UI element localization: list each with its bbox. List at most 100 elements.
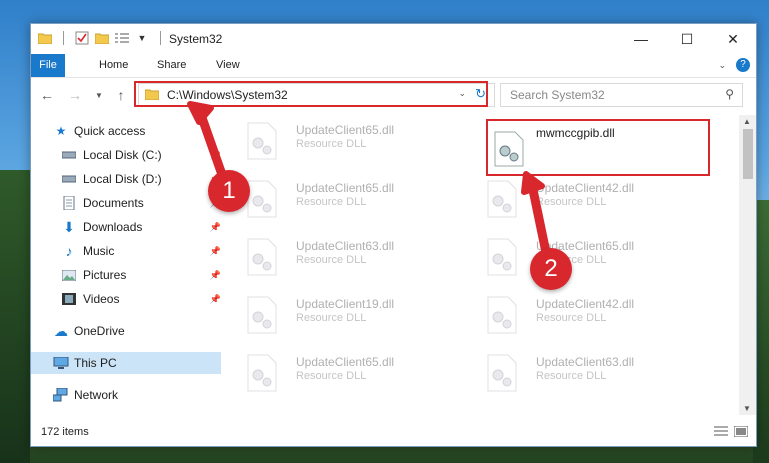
file-item[interactable]: UpdateClient65.dll Resource DLL	[226, 175, 426, 221]
target-file-name: mwmccgpib.dll	[536, 126, 615, 140]
title-bar: ▼ System32 — ☐ ✕	[31, 24, 756, 54]
file-item[interactable]: UpdateClient63.dll Resource DLL	[466, 349, 666, 395]
pin-icon[interactable]: 📌	[210, 246, 221, 257]
address-highlight-box	[134, 81, 488, 107]
folder-icon	[37, 30, 53, 46]
tab-view[interactable]: View	[204, 54, 252, 77]
cloud-icon: ☁	[54, 322, 68, 339]
window-title: System32	[169, 32, 223, 46]
drive-icon	[61, 147, 77, 163]
dll-file-icon	[246, 296, 278, 334]
scroll-down-icon[interactable]: ▼	[743, 404, 751, 413]
pin-icon[interactable]: 📌	[210, 150, 221, 161]
file-type: Resource DLL	[536, 196, 607, 208]
file-name: UpdateClient63.dll	[296, 239, 395, 253]
step-badge-2: 2	[530, 248, 572, 290]
nav-local-disk-d[interactable]: Local Disk (D:) 📌	[31, 168, 221, 190]
search-input[interactable]: Search System32 ⚲	[500, 83, 743, 107]
recent-locations-icon[interactable]: ▼	[91, 86, 107, 104]
file-type: Resource DLL	[296, 254, 367, 266]
nav-documents[interactable]: Documents 📌	[31, 192, 221, 214]
nav-network[interactable]: Network	[31, 384, 221, 406]
video-icon	[61, 291, 77, 307]
file-type: Resource DLL	[536, 370, 607, 382]
nav-this-pc[interactable]: This PC	[31, 352, 221, 374]
document-icon	[61, 195, 77, 211]
maximize-button[interactable]: ☐	[664, 24, 710, 54]
download-icon: ⬇	[63, 218, 75, 235]
customize-toolbar-icon[interactable]: ▼	[134, 30, 150, 46]
music-icon: ♪	[65, 243, 73, 259]
file-name: UpdateClient42.dll	[536, 181, 635, 195]
pin-icon[interactable]: 📌	[210, 270, 221, 281]
new-folder-icon[interactable]	[94, 30, 110, 46]
details-view-icon[interactable]	[714, 426, 728, 440]
address-row: ← → ▼ ↑ C:\Windows\System32 ⌄ ↻ Search S…	[31, 80, 756, 110]
tab-file[interactable]: File	[31, 54, 65, 77]
nav-pictures[interactable]: Pictures 📌	[31, 264, 221, 286]
nav-videos[interactable]: Videos 📌	[31, 288, 221, 310]
search-placeholder: Search System32	[510, 88, 605, 102]
help-icon[interactable]: ?	[736, 58, 750, 72]
view-details-icon[interactable]	[114, 30, 130, 46]
dll-file-icon	[486, 354, 518, 392]
file-item[interactable]: UpdateClient42.dll Resource DLL	[466, 175, 666, 221]
dll-file-icon	[493, 131, 525, 170]
quick-access-toolbar: ▼	[37, 30, 167, 46]
target-file-highlight[interactable]: mwmccgpib.dll	[486, 119, 710, 176]
computer-icon	[53, 355, 69, 371]
pin-icon[interactable]: 📌	[210, 222, 221, 233]
tab-share[interactable]: Share	[145, 54, 198, 77]
scroll-thumb[interactable]	[743, 129, 753, 179]
vertical-scrollbar[interactable]: ▲ ▼	[739, 115, 756, 415]
forward-button[interactable]: →	[67, 86, 83, 104]
step-badge-1: 1	[208, 170, 250, 212]
file-item[interactable]: UpdateClient42.dll Resource DLL	[466, 291, 666, 337]
file-item[interactable]: UpdateClient19.dll Resource DLL	[226, 291, 426, 337]
scroll-up-icon[interactable]: ▲	[743, 117, 751, 126]
close-button[interactable]: ✕	[710, 24, 756, 54]
large-icons-view-icon[interactable]	[733, 425, 749, 440]
nav-local-disk-c[interactable]: Local Disk (C:) 📌	[31, 144, 221, 166]
star-icon: ★	[55, 124, 67, 138]
nav-downloads[interactable]: ⬇ Downloads 📌	[31, 216, 221, 238]
minimize-button[interactable]: —	[618, 24, 664, 54]
dll-file-icon	[486, 238, 518, 276]
wallpaper-left	[0, 170, 30, 463]
dll-file-icon	[246, 122, 278, 160]
dll-file-icon	[486, 180, 518, 218]
file-type: Resource DLL	[296, 312, 367, 324]
file-item[interactable]: UpdateClient65.dll Resource DLL	[226, 349, 426, 395]
up-button[interactable]: ↑	[113, 86, 129, 104]
properties-icon[interactable]	[74, 30, 90, 46]
file-name: UpdateClient65.dll	[296, 123, 395, 137]
dll-file-icon	[246, 180, 278, 218]
expand-ribbon-icon[interactable]: ⌄	[718, 60, 726, 71]
ribbon-tabs: File Home Share View ⌄ ?	[31, 54, 756, 78]
nav-onedrive[interactable]: ☁ OneDrive	[31, 320, 221, 342]
nav-music[interactable]: ♪ Music 📌	[31, 240, 222, 262]
file-item[interactable]: UpdateClient63.dll Resource DLL	[226, 233, 426, 279]
file-type: Resource DLL	[536, 312, 607, 324]
dll-file-icon	[246, 238, 278, 276]
file-name: UpdateClient63.dll	[536, 355, 635, 369]
picture-icon	[61, 267, 77, 283]
file-name: UpdateClient42.dll	[536, 297, 635, 311]
item-count: 172 items	[41, 426, 89, 438]
network-icon	[53, 387, 69, 403]
file-name: UpdateClient65.dll	[296, 181, 395, 195]
nav-quick-access[interactable]: ★ Quick access	[31, 120, 221, 142]
file-type: Resource DLL	[296, 196, 367, 208]
back-button[interactable]: ←	[39, 86, 55, 104]
file-type: Resource DLL	[296, 370, 367, 382]
navigation-pane: ★ Quick access Local Disk (C:) 📌 Local D…	[31, 118, 221, 414]
explorer-window: ▼ System32 — ☐ ✕ File Home Share View ⌄ …	[30, 23, 757, 447]
file-item[interactable]: UpdateClient65.dll Resource DLL	[226, 117, 426, 163]
tab-home[interactable]: Home	[87, 54, 140, 77]
status-bar: 172 items	[31, 418, 756, 446]
pin-icon[interactable]: 📌	[210, 294, 221, 305]
dll-file-icon	[486, 296, 518, 334]
file-name: UpdateClient19.dll	[296, 297, 395, 311]
dll-file-icon	[246, 354, 278, 392]
search-icon: ⚲	[725, 87, 734, 101]
